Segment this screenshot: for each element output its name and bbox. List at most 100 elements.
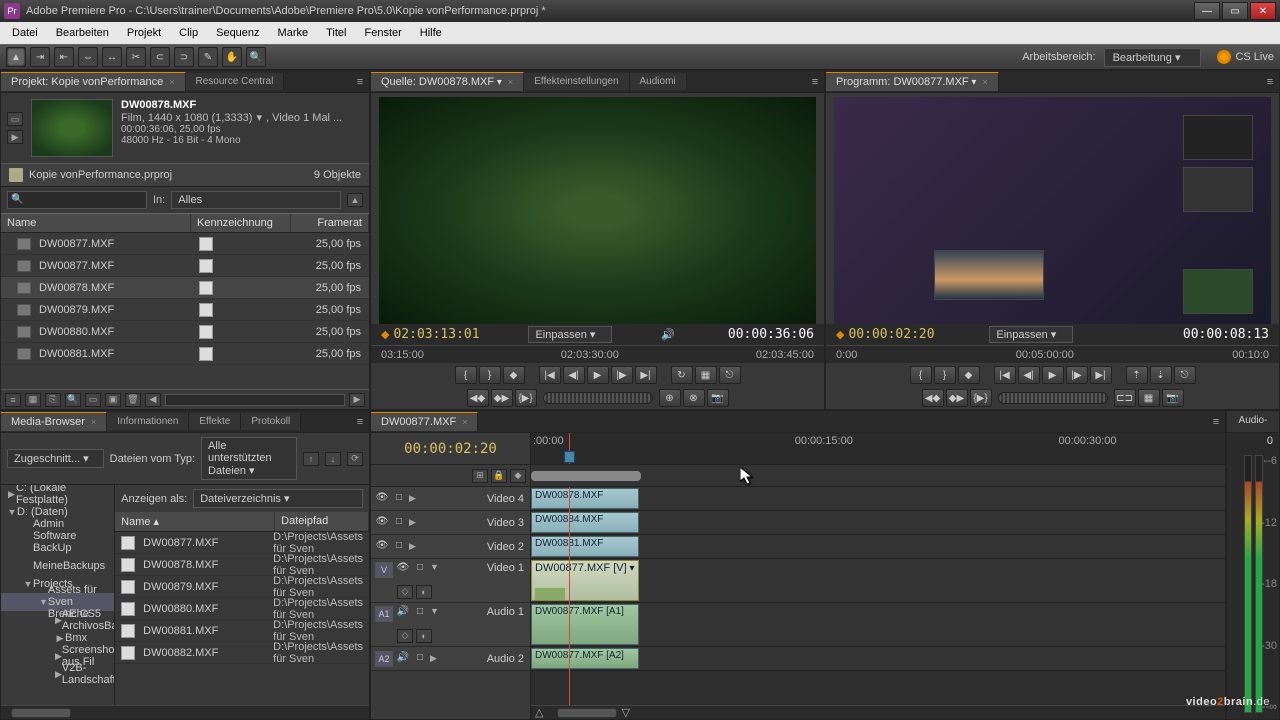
project-item[interactable]: DW00880.MXF 25,00 fps [1, 321, 369, 343]
clip[interactable]: DW00877.MXF [A1] [531, 604, 639, 645]
step-back-button[interactable]: ◀| [563, 366, 585, 384]
sync-lock-button[interactable]: 🔒 [491, 469, 507, 483]
project-item[interactable]: DW00877.MXF 25,00 fps [1, 233, 369, 255]
selection-tool[interactable]: ▲ [6, 47, 26, 67]
menu-clip[interactable]: Clip [171, 25, 206, 41]
slide-tool[interactable]: ⊃ [174, 47, 194, 67]
history-tab[interactable]: Protokoll [241, 413, 301, 430]
clip[interactable]: DW00884.MXF [531, 512, 639, 533]
menu-edit[interactable]: Bearbeiten [48, 25, 117, 41]
close-button[interactable]: ✕ [1250, 2, 1276, 20]
panel-menu-icon[interactable]: ≡ [1207, 416, 1225, 428]
panel-menu-icon[interactable]: ≡ [351, 76, 369, 88]
set-in-button[interactable]: { [910, 366, 932, 384]
jog-wheel[interactable] [543, 392, 653, 404]
list-view-button[interactable]: ≡ [5, 393, 21, 407]
speaker-icon[interactable]: 🔊 [396, 606, 410, 620]
column-name[interactable]: Name ▴ [115, 512, 275, 531]
minimize-button[interactable]: — [1194, 2, 1220, 20]
set-in-button[interactable]: { [455, 366, 477, 384]
play-preview-button[interactable]: ▶ [7, 130, 23, 144]
trim-button[interactable]: ⊏⊐ [1114, 389, 1136, 407]
step-back-button[interactable]: ◀| [1018, 366, 1040, 384]
project-tab[interactable]: Projekt: Kopie vonPerformance× [1, 72, 186, 91]
column-name[interactable]: Name [1, 214, 191, 232]
rate-stretch-tool[interactable]: ↔ [102, 47, 122, 67]
drive-select[interactable]: Zugeschnitt... ▾ [7, 449, 104, 468]
tree-item[interactable]: ▶C: (Lokale Festplatte) [1, 485, 114, 503]
timeline-zoom-scrollbar[interactable]: △▽ [531, 705, 1225, 719]
project-item[interactable]: DW00879.MXF 25,00 fps [1, 299, 369, 321]
track-header-v2[interactable]: 👁 □ ▶ Video 2 [371, 535, 530, 559]
close-icon[interactable]: × [91, 417, 96, 427]
zoom-tool[interactable]: 🔍 [246, 47, 266, 67]
marker-icon[interactable]: ◆ [381, 328, 389, 341]
poster-frame-button[interactable]: ▭ [7, 112, 23, 126]
eye-icon[interactable]: 👁 [375, 492, 389, 506]
program-video-view[interactable] [834, 97, 1271, 324]
project-item[interactable]: DW00881.MXF 25,00 fps [1, 343, 369, 365]
rolling-edit-tool[interactable]: ⇔ [78, 47, 98, 67]
track-header-v1[interactable]: V 👁 □ ▼ Video 1 ◇ ◐ [371, 559, 530, 603]
label-swatch[interactable] [199, 303, 213, 317]
find-button[interactable]: 🔍 [65, 393, 81, 407]
pen-tool[interactable]: ✎ [198, 47, 218, 67]
track-v2[interactable]: DW00881.MXF [531, 535, 1225, 559]
opacity-button[interactable]: ◐ [416, 585, 432, 599]
play-inout-button[interactable]: {▶} [515, 389, 537, 407]
overwrite-button[interactable]: ⊗ [683, 389, 705, 407]
source-patch-a1[interactable]: A1 [375, 606, 393, 622]
step-forward-button[interactable]: |▶ [611, 366, 633, 384]
tree-item[interactable]: ▶AE CS5 ArchivosBas [1, 611, 114, 629]
icon-view-button[interactable]: ▦ [25, 393, 41, 407]
effects-tab[interactable]: Effekte [189, 413, 241, 430]
goto-in-button[interactable]: |◀ [539, 366, 561, 384]
track-header-v3[interactable]: 👁 □ ▶ Video 3 [371, 511, 530, 535]
file-row[interactable]: DW00880.MXFD:\Projects\Assets für Sven [115, 598, 369, 620]
file-row[interactable]: DW00882.MXFD:\Projects\Assets für Sven [115, 642, 369, 664]
marker-icon[interactable]: ◆ [836, 328, 844, 341]
automate-button[interactable]: ⎘ [45, 393, 61, 407]
tree-item[interactable]: ▶V2B-Landschaftsdre [1, 665, 114, 683]
down-arrow-button[interactable]: ↓ [325, 452, 341, 466]
effect-controls-tab[interactable]: Effekteinstellungen [524, 73, 629, 90]
keyframe-button[interactable]: ◇ [397, 629, 413, 643]
new-bin-button[interactable]: ▭ [85, 393, 101, 407]
audio-mixer-tab[interactable]: Audiomi [630, 73, 687, 90]
delete-button[interactable]: 🗑 [125, 393, 141, 407]
volume-button[interactable]: ◐ [416, 629, 432, 643]
menu-sequence[interactable]: Sequenz [208, 25, 267, 41]
tree-item[interactable]: Admin Software [1, 521, 114, 539]
work-area-bar[interactable] [531, 465, 1225, 487]
sequence-tab[interactable]: DW00877.MXF× [371, 412, 478, 431]
goto-next-button[interactable]: ◆▶ [946, 389, 968, 407]
resource-central-tab[interactable]: Resource Central [186, 73, 285, 90]
track-select-tool[interactable]: ⇥ [30, 47, 50, 67]
source-playhead-tc[interactable]: 02:03:13:01 [393, 327, 479, 342]
set-out-button[interactable]: } [479, 366, 501, 384]
goto-next-marker-button[interactable]: ◆▶ [491, 389, 513, 407]
insert-button[interactable]: ⊕ [659, 389, 681, 407]
horizontal-scrollbar[interactable] [165, 394, 345, 406]
workspace-select[interactable]: Bearbeitung ▾ [1104, 48, 1202, 67]
media-browser-tab[interactable]: Media-Browser× [1, 412, 107, 431]
hand-tool[interactable]: ✋ [222, 47, 242, 67]
clip[interactable]: DW00877.MXF [V] ▾ [531, 560, 639, 601]
lift-button[interactable]: ⇡ [1126, 366, 1148, 384]
razor-tool[interactable]: ✂ [126, 47, 146, 67]
slip-tool[interactable]: ⊂ [150, 47, 170, 67]
source-tab[interactable]: Quelle: DW00878.MXF ▾× [371, 72, 524, 91]
menu-file[interactable]: Datei [4, 25, 46, 41]
keyframe-button[interactable]: ◇ [397, 585, 413, 599]
clip[interactable]: DW00877.MXF [A2] [531, 648, 639, 669]
goto-in-button[interactable]: |◀ [994, 366, 1016, 384]
collapse-icon[interactable]: ▶ [409, 541, 419, 552]
panel-menu-icon[interactable]: ≡ [806, 76, 824, 88]
horizontal-scrollbar[interactable] [1, 705, 369, 719]
close-icon[interactable]: × [462, 417, 467, 427]
ripple-edit-tool[interactable]: ⇤ [54, 47, 74, 67]
file-row[interactable]: DW00878.MXFD:\Projects\Assets für Sven [115, 554, 369, 576]
column-framerate[interactable]: Framerat [291, 214, 369, 232]
collapse-icon[interactable]: ▶ [409, 517, 419, 528]
lock-icon[interactable]: □ [392, 540, 406, 554]
